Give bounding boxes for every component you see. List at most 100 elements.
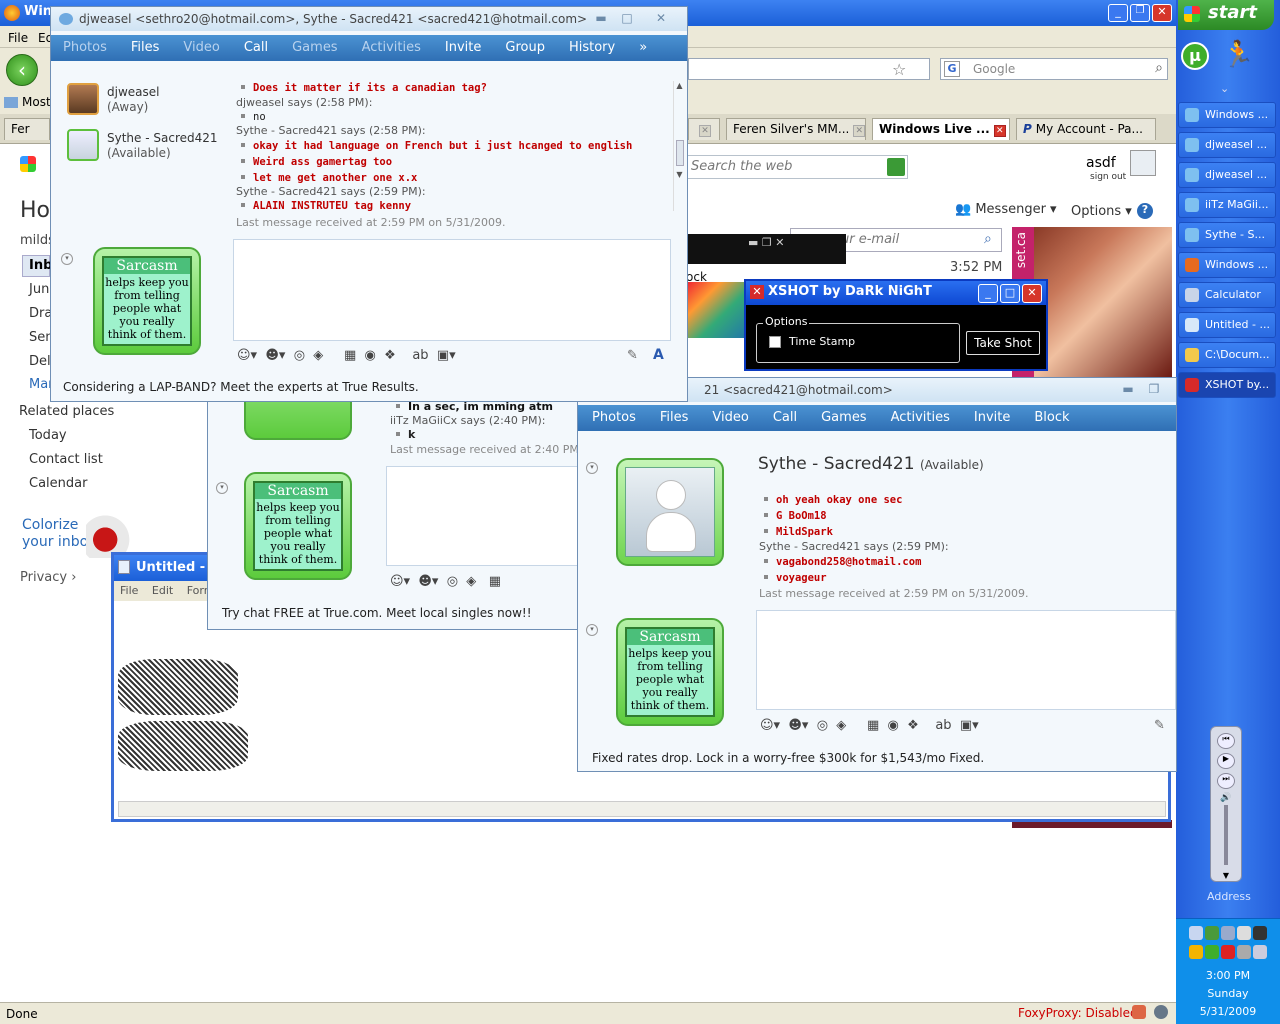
collapse-icon[interactable]: ▾ [586, 624, 598, 636]
wink-icon[interactable]: ☻▾ [265, 348, 285, 363]
tab-blank[interactable]: ✕ [688, 118, 720, 140]
menu-edit[interactable]: Edit [152, 584, 173, 597]
tab-fer[interactable]: Fer [4, 118, 50, 140]
aim-icon[interactable]: 🏃 [1222, 40, 1254, 72]
next-icon[interactable]: ⏭ [1217, 773, 1235, 789]
sarcasm-display-picture[interactable]: Sarcasm helps keep you from telling peop… [93, 247, 201, 355]
nav-junk[interactable]: Jun [29, 282, 49, 297]
tray-icon[interactable] [1221, 926, 1235, 940]
scroll-thumb[interactable] [675, 140, 684, 166]
advertisement-text[interactable]: Considering a LAP-BAND? Meet the experts… [63, 380, 419, 394]
bookmark-star-icon[interactable]: ☆ [892, 60, 906, 79]
maximize-button[interactable]: ❐ [1144, 382, 1164, 396]
close-button[interactable]: ✕ [1022, 284, 1042, 303]
emoticon-icon[interactable]: ☺▾ [237, 348, 257, 363]
volume-slider[interactable] [1224, 805, 1228, 865]
taskbar-item[interactable]: Windows ... [1178, 102, 1276, 128]
menu-file[interactable]: File [8, 31, 28, 45]
send-file-icon[interactable]: ◉ [888, 718, 899, 733]
collapse-icon[interactable]: ▾ [586, 462, 598, 474]
font-icon[interactable]: A [653, 347, 664, 363]
minimize-button[interactable]: _ [1108, 4, 1128, 22]
google-icon[interactable]: G [944, 61, 960, 77]
taskbar-item[interactable]: Windows ... [1178, 252, 1276, 278]
restore-button[interactable]: ❐ [1130, 4, 1150, 22]
nudge-icon[interactable]: ◎ [817, 718, 828, 733]
minimize-button[interactable]: ▬ [591, 11, 611, 25]
nav-inbox[interactable]: Inb [22, 255, 52, 277]
background-icon[interactable]: ▦ [489, 574, 501, 589]
toolbar-games[interactable]: Games [821, 410, 866, 425]
close-tab-icon[interactable]: ✕ [993, 125, 1006, 137]
clock-time[interactable]: 3:00 PM [1176, 969, 1280, 982]
minimize-button[interactable]: _ [978, 284, 998, 303]
privacy-link[interactable]: Privacy › [20, 570, 76, 585]
utorrent-icon[interactable]: µ [1181, 42, 1209, 70]
toolbar-photos[interactable]: Photos [63, 40, 107, 55]
play-icon[interactable]: ▶ [1217, 753, 1235, 769]
search-icon[interactable]: ⌕ [1155, 60, 1163, 76]
toolbar-files[interactable]: Files [131, 40, 160, 55]
avatar[interactable] [1130, 150, 1156, 176]
tray-icon[interactable] [1253, 945, 1267, 959]
addon-icon[interactable] [1132, 1005, 1146, 1019]
pen-icon[interactable]: ✎ [1154, 718, 1165, 733]
hotmail-search-input[interactable]: Search the web [686, 155, 908, 179]
tray-icon[interactable] [1253, 926, 1267, 940]
timestamp-checkbox[interactable] [769, 336, 781, 348]
msn-butterfly-icon[interactable]: ❖ [384, 348, 396, 363]
voice-clip-icon[interactable]: ◈ [836, 718, 846, 733]
colorize-link[interactable]: Colorize your inbox [22, 517, 96, 551]
back-arrow-icon[interactable]: ‹ [6, 54, 38, 86]
toolbar-invite[interactable]: Invite [445, 40, 481, 55]
toolbar-activities[interactable]: Activities [362, 40, 421, 55]
background-icon[interactable]: ▦ [344, 348, 356, 363]
tray-icon[interactable] [1205, 926, 1219, 940]
toolbar-activities[interactable]: Activities [891, 410, 950, 425]
toolbar-call[interactable]: Call [244, 40, 268, 55]
advertisement-text[interactable]: Fixed rates drop. Lock in a worry-free $… [592, 751, 984, 765]
taskbar-item[interactable]: Calculator [1178, 282, 1276, 308]
options-menu[interactable]: Options ▾ [1071, 204, 1132, 219]
tray-icon[interactable] [1237, 945, 1251, 959]
taskbar-item[interactable]: C:\Docum... [1178, 342, 1276, 368]
toolbar-call[interactable]: Call [773, 410, 797, 425]
taskbar-item[interactable]: XSHOT by... [1178, 372, 1276, 398]
search-button[interactable] [887, 158, 905, 176]
bookmark-most-visited[interactable]: Most [4, 95, 51, 109]
taskbar-item[interactable]: djweasel ... [1178, 162, 1276, 188]
help-icon[interactable]: ? [1137, 203, 1153, 219]
tray-icon[interactable] [1189, 945, 1203, 959]
tray-icon[interactable] [1205, 945, 1219, 959]
toolbar-video[interactable]: Video [183, 40, 219, 55]
wink-icon[interactable]: ☻▾ [418, 574, 438, 589]
background-icon[interactable]: ▦ [867, 718, 879, 733]
search-icon[interactable]: ⌕ [984, 231, 992, 247]
addon-icon[interactable] [1154, 1005, 1168, 1019]
user-name[interactable]: asdf [1086, 155, 1116, 171]
messenger-menu[interactable]: 👥 Messenger ▾ [955, 202, 1057, 217]
related-today[interactable]: Today [29, 428, 67, 443]
taskbar-item[interactable]: djweasel ... [1178, 132, 1276, 158]
voice-clip-icon[interactable]: ◈ [313, 348, 323, 363]
toolbar-group[interactable]: Group [505, 40, 545, 55]
horizontal-scrollbar[interactable] [118, 801, 1166, 817]
scroll-down-icon[interactable]: ▼ [1219, 871, 1233, 881]
minimize-button[interactable]: ▬ [1118, 382, 1138, 396]
msn-butterfly-icon[interactable]: ❖ [907, 718, 919, 733]
tab-my-account[interactable]: P My Account - Pa... [1016, 118, 1156, 140]
taskbar-item[interactable]: iiTz MaGii... [1178, 192, 1276, 218]
maximize-button[interactable]: □ [1000, 284, 1020, 303]
close-button[interactable]: ✕ [1152, 4, 1172, 22]
send-file-icon[interactable]: ◉ [365, 348, 376, 363]
sarcasm-display-picture[interactable]: Sarcasm helps keep you from telling peop… [616, 618, 724, 726]
scroll-up-icon[interactable]: ▲ [674, 81, 685, 90]
toolbar-history[interactable]: History [569, 40, 615, 55]
nav-drafts[interactable]: Dra [29, 306, 52, 321]
tray-icon[interactable] [1237, 926, 1251, 940]
taskbar-item[interactable]: Sythe - S... [1178, 222, 1276, 248]
message-input[interactable] [233, 239, 671, 341]
voice-clip-icon[interactable]: ◈ [466, 574, 476, 589]
chat-scrollbar[interactable]: ▲ ▼ [673, 81, 685, 211]
chevron-down-icon[interactable]: ⌄ [1220, 82, 1229, 95]
